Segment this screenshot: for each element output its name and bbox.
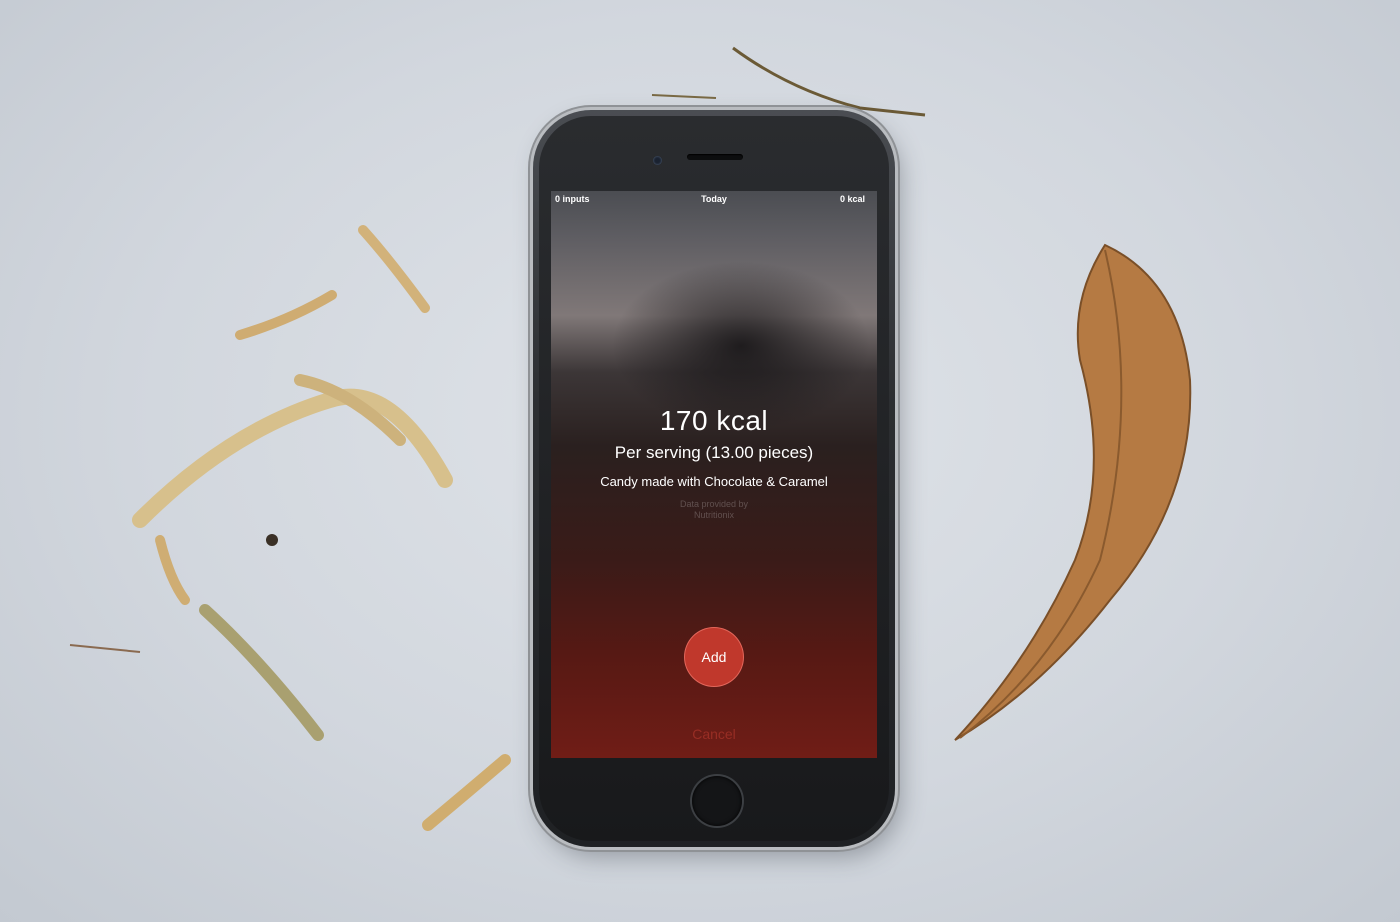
cedar-sprig-5: [422, 754, 511, 831]
front-camera-icon: [653, 156, 662, 165]
soil-crumb: [266, 534, 278, 546]
add-button[interactable]: Add: [684, 627, 744, 687]
cedar-sprig-3c: [155, 535, 190, 605]
cedar-sprig-2: [235, 290, 337, 340]
cedar-sprig-4: [199, 604, 324, 741]
photo-scene: 0 inputs Today 0 kcal 170 kcal Per servi…: [0, 0, 1400, 922]
app-header: 0 inputs Today 0 kcal: [551, 191, 877, 207]
serving-size: Per serving (13.00 pieces): [614, 443, 814, 462]
cedar-sprig-3: [132, 388, 453, 528]
day-title: Today: [701, 194, 727, 204]
data-credit-line-1: Data provided by: [679, 499, 749, 509]
calorie-value: 170 kcal: [659, 405, 769, 436]
twig-left: [69, 644, 141, 653]
cancel-button[interactable]: Cancel: [551, 726, 877, 742]
cedar-sprig-1: [358, 225, 430, 313]
food-description: Candy made with Chocolate & Caramel: [600, 474, 828, 489]
twig-top: [732, 46, 926, 117]
earpiece-speaker: [687, 154, 743, 160]
app-screen: 0 inputs Today 0 kcal 170 kcal Per servi…: [551, 191, 877, 758]
total-kcal[interactable]: 0 kcal: [840, 194, 865, 204]
home-button[interactable]: [692, 776, 742, 826]
data-credit: Data provided by Nutritionix: [664, 499, 764, 521]
data-credit-line-2: Nutritionix: [693, 510, 734, 520]
dry-leaf-right: [954, 243, 1192, 741]
twig-top-2: [651, 94, 717, 99]
